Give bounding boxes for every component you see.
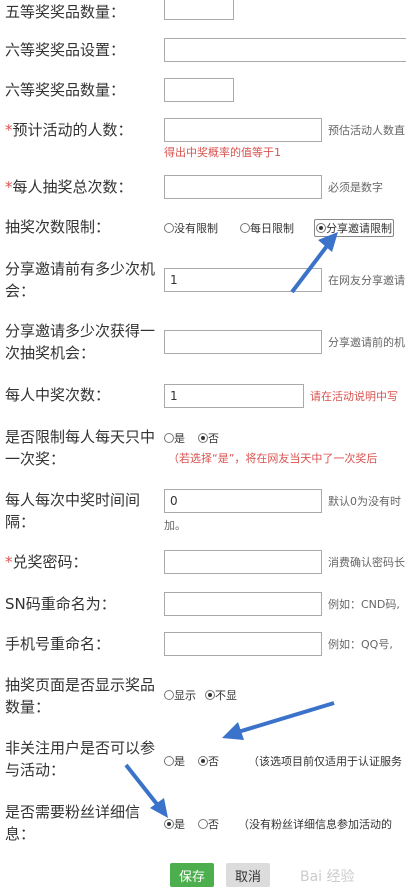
arrow-non-follow — [237, 701, 335, 734]
arrow-share-limit-head — [318, 232, 338, 252]
annotation-arrows — [124, 232, 338, 818]
arrow-share-limit — [290, 240, 332, 294]
arrow-fan-detail — [124, 763, 162, 810]
arrow-non-follow-head — [222, 722, 244, 740]
